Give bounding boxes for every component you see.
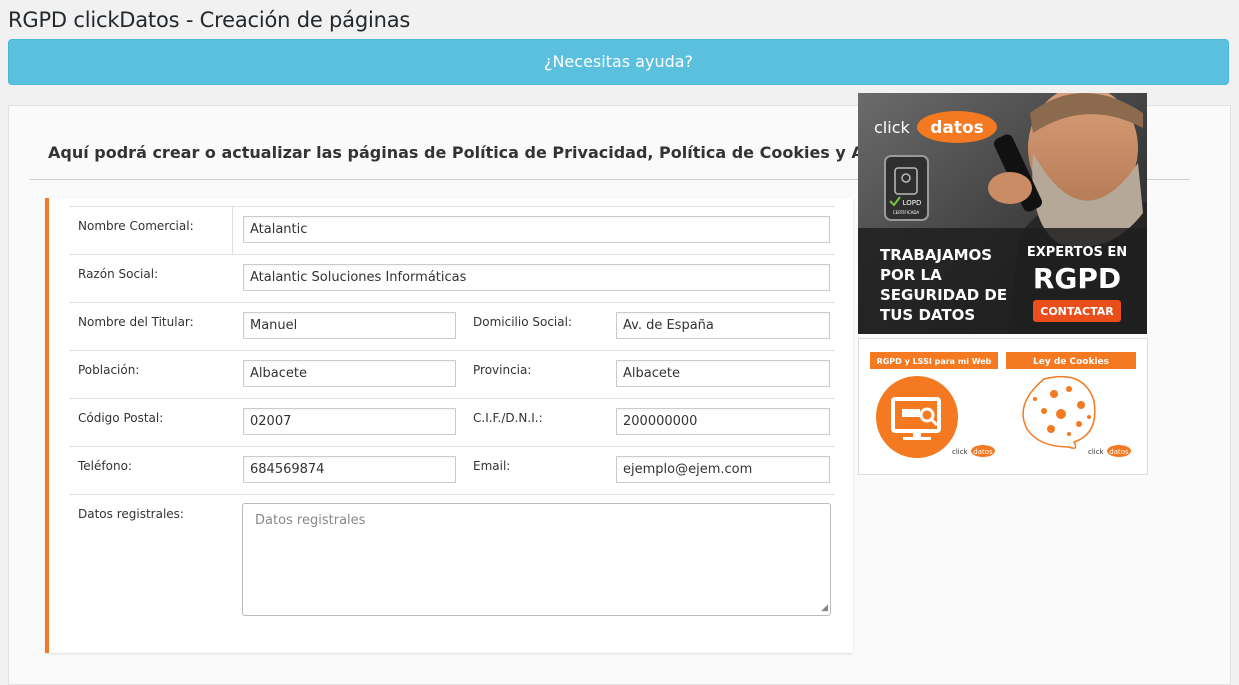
datos-registrales-textarea[interactable]: Datos registrales ◢ — [242, 503, 831, 616]
rgpd-ad-banner[interactable]: click datos LOPD CERTIFICADA TRABAJAMOS … — [858, 93, 1147, 334]
rgpd-lssi-label: RGPD y LSSI para mi Web — [877, 357, 992, 366]
nombre-titular-label: Nombre del Titular: — [78, 315, 194, 329]
ad-illustration: click datos LOPD CERTIFICADA TRABAJAMOS … — [858, 93, 1147, 334]
nombre-comercial-label: Nombre Comercial: — [78, 219, 194, 233]
datos-registrales-label: Datos registrales: — [78, 507, 184, 521]
ad-expertos: EXPERTOS EN — [1027, 245, 1127, 260]
telefono-input[interactable]: 684569874 — [243, 456, 456, 483]
seal-lopd: LOPD — [903, 199, 922, 207]
resize-handle-icon[interactable]: ◢ — [821, 604, 828, 613]
datos-registrales-placeholder: Datos registrales — [255, 513, 366, 528]
poblacion-label: Población: — [78, 363, 140, 377]
ad-headline-3: SEGURIDAD DE — [880, 286, 1007, 304]
form-row-codigo-postal: Código Postal: 02007 C.I.F./D.N.I.: 2000… — [69, 398, 835, 446]
form-row-razon-social: Razón Social: Atalantic Soluciones Infor… — [69, 254, 835, 302]
mini-brand-click-right: click — [1088, 448, 1105, 456]
form-row-titular: Nombre del Titular: Manuel Domicilio Soc… — [69, 302, 835, 350]
company-form: Nombre Comercial: Atalantic Razón Social… — [45, 198, 853, 653]
cif-label: C.I.F./D.N.I.: — [473, 411, 543, 425]
cookie-icon — [1022, 375, 1096, 449]
ad-headline-2: POR LA — [880, 266, 942, 284]
intro-text: Aquí podrá crear o actualizar las página… — [48, 143, 990, 162]
domicilio-social-label: Domicilio Social: — [473, 315, 572, 329]
page-title: RGPD clickDatos - Creación de páginas — [8, 8, 411, 32]
email-label: Email: — [473, 459, 511, 473]
services-ad-banner[interactable]: RGPD y LSSI para mi Web Ley de Cookies c… — [858, 338, 1148, 475]
cif-input[interactable]: 200000000 — [616, 408, 830, 435]
provincia-input[interactable]: Albacete — [616, 360, 830, 387]
ad-brand-datos: datos — [930, 118, 984, 138]
seal-certificada: CERTIFICADA — [893, 210, 919, 215]
email-input[interactable]: ejemplo@ejem.com — [616, 456, 830, 483]
razon-social-input[interactable]: Atalantic Soluciones Informáticas — [243, 264, 830, 291]
ad-headline-1: TRABAJAMOS — [880, 246, 992, 264]
ad-rgpd: RGPD — [1033, 262, 1121, 295]
nombre-comercial-input[interactable]: Atalantic — [243, 216, 830, 243]
services-illustration: RGPD y LSSI para mi Web Ley de Cookies c… — [870, 352, 1136, 458]
form-row-poblacion: Población: Albacete Provincia: Albacete — [69, 350, 835, 398]
codigo-postal-input[interactable]: 02007 — [243, 408, 456, 435]
nombre-titular-input[interactable]: Manuel — [243, 312, 456, 339]
form-row-nombre-comercial: Nombre Comercial: Atalantic — [69, 206, 835, 255]
codigo-postal-label: Código Postal: — [78, 411, 164, 425]
mini-brand-datos-left: datos — [973, 448, 993, 456]
domicilio-social-input[interactable]: Av. de España — [616, 312, 830, 339]
divider — [232, 207, 233, 255]
razon-social-label: Razón Social: — [78, 267, 159, 281]
provincia-label: Provincia: — [473, 363, 532, 377]
poblacion-input[interactable]: Albacete — [243, 360, 456, 387]
mini-brand-datos-right: datos — [1109, 448, 1129, 456]
ley-cookies-label: Ley de Cookies — [1033, 357, 1109, 367]
form-row-telefono: Teléfono: 684569874 Email: ejemplo@ejem.… — [69, 446, 835, 494]
mini-brand-click-left: click — [952, 448, 969, 456]
telefono-label: Teléfono: — [78, 459, 132, 473]
ad-headline-4: TUS DATOS — [880, 306, 975, 324]
form-row-datos-registrales: Datos registrales: Datos registrales ◢ — [69, 494, 835, 629]
ad-cta-contactar: CONTACTAR — [1040, 305, 1114, 318]
ad-brand-click: click — [874, 118, 910, 137]
help-button[interactable]: ¿Necesitas ayuda? — [8, 39, 1229, 85]
